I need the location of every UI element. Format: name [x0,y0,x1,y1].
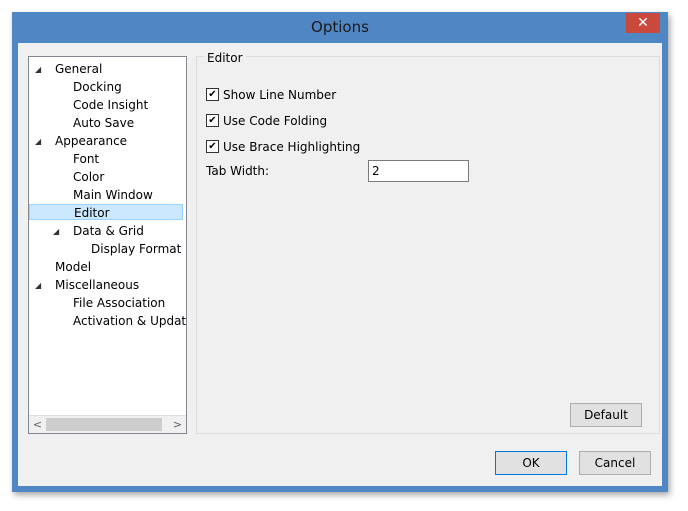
options-tree[interactable]: ◢ General Docking Code Insight Auto Save… [28,56,187,434]
tree-item-appearance[interactable]: Appearance [55,133,127,150]
use-brace-highlighting-checkbox[interactable]: ✔ Use Brace Highlighting [206,138,360,156]
checkbox-checked-icon[interactable]: ✔ [206,114,219,127]
dialog-client: ◢ General Docking Code Insight Auto Save… [18,43,662,486]
tree-item-code-insight[interactable]: Code Insight [73,97,148,114]
group-label-editor: Editor [204,51,246,65]
tree-item-general[interactable]: General [55,61,102,78]
checkbox-label: Use Brace Highlighting [223,140,361,154]
expand-arrow-icon[interactable]: ◢ [35,61,41,78]
tree-item-file-association[interactable]: File Association [73,295,165,312]
checkbox-label: Use Code Folding [223,114,328,128]
expand-arrow-icon[interactable]: ◢ [35,277,41,294]
scroll-left-icon[interactable]: < [29,416,46,433]
default-button[interactable]: Default [570,403,642,427]
close-icon: ✕ [637,15,649,31]
ok-button[interactable]: OK [495,451,567,475]
tree-item-color[interactable]: Color [73,169,104,186]
options-dialog: Options ✕ ◢ General Docking Code Insight… [12,12,668,492]
tree-item-font[interactable]: Font [73,151,99,168]
close-button[interactable]: ✕ [626,13,660,33]
tree-item-editor[interactable]: Editor [29,204,183,220]
show-line-number-checkbox[interactable]: ✔ Show Line Number [206,86,336,104]
tree-item-miscellaneous[interactable]: Miscellaneous [55,277,139,294]
tree-item-activation-updater[interactable]: Activation & Updater [73,313,186,330]
title-bar[interactable]: Options ✕ [12,12,668,43]
scroll-thumb[interactable] [46,418,162,431]
window-title: Options [311,18,369,36]
tree-item-docking[interactable]: Docking [73,79,122,96]
tab-width-label: Tab Width: [206,164,270,178]
use-code-folding-checkbox[interactable]: ✔ Use Code Folding [206,112,327,130]
checkbox-checked-icon[interactable]: ✔ [206,140,219,153]
expand-arrow-icon[interactable]: ◢ [53,223,59,240]
tree-item-auto-save[interactable]: Auto Save [73,115,134,132]
tree-item-main-window[interactable]: Main Window [73,187,153,204]
cancel-button[interactable]: Cancel [579,451,651,475]
tree-item-data-grid[interactable]: Data & Grid [73,223,144,240]
horizontal-scrollbar[interactable]: < > [29,415,186,433]
tree-item-display-format[interactable]: Display Format [91,241,181,258]
scroll-right-icon[interactable]: > [169,416,186,433]
expand-arrow-icon[interactable]: ◢ [35,133,41,150]
tree-item-model[interactable]: Model [55,259,91,276]
checkbox-checked-icon[interactable]: ✔ [206,88,219,101]
tab-width-input[interactable]: 2 [368,160,469,182]
checkbox-label: Show Line Number [223,88,337,102]
